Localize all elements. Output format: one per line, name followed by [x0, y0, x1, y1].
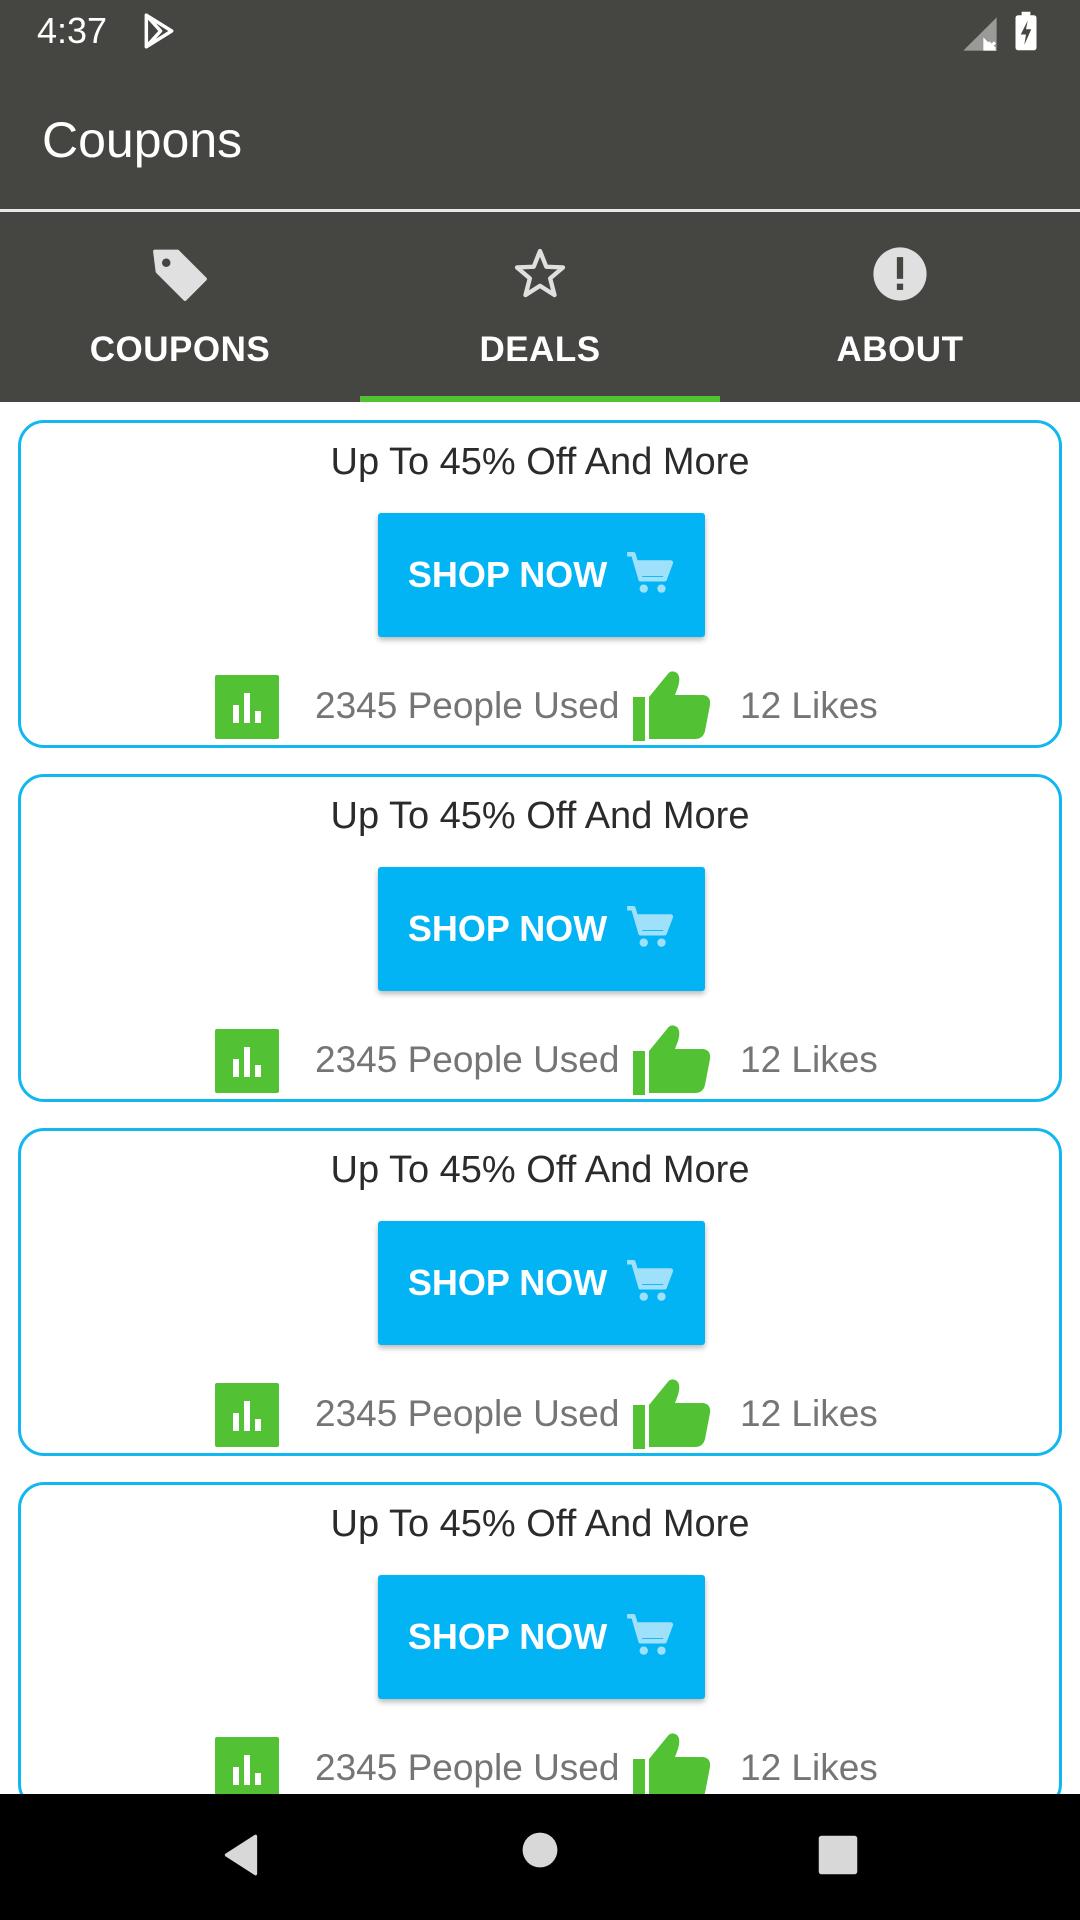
tab-about-label: ABOUT [836, 330, 964, 369]
thumbs-up-icon[interactable] [631, 1021, 713, 1102]
deals-list[interactable]: Up To 45% Off And More SHOP NOW 2345 Peo… [0, 402, 1080, 1794]
tab-coupons-label: COUPONS [89, 330, 271, 369]
deal-stats: 2345 People Used 12 Likes [21, 1375, 1059, 1451]
deal-card: Up To 45% Off And More SHOP NOW 2345 Peo… [18, 1482, 1062, 1794]
status-bar: 4:37 [0, 0, 1080, 63]
battery-charging-icon [1012, 10, 1040, 57]
recent-apps-icon[interactable] [817, 1834, 859, 1881]
cart-icon [625, 548, 675, 603]
likes-count: 12 Likes [740, 685, 878, 726]
likes-count: 12 Likes [740, 1039, 878, 1080]
deal-stats: 2345 People Used 12 Likes [21, 667, 1059, 743]
people-used-count: 2345 People Used [315, 685, 620, 726]
tab-bar: COUPONS DEALS ABOUT [0, 212, 1080, 402]
tag-icon [0, 242, 360, 306]
app-title: Coupons [42, 112, 243, 168]
likes-count: 12 Likes [740, 1393, 878, 1434]
deal-title: Up To 45% Off And More [330, 795, 750, 837]
tab-deals-label: DEALS [479, 330, 601, 369]
people-used-count: 2345 People Used [315, 1747, 620, 1788]
cart-icon [625, 1256, 675, 1311]
back-icon[interactable] [216, 1830, 266, 1885]
bar-chart-icon [215, 1383, 279, 1447]
shop-now-label: SHOP NOW [407, 1616, 608, 1657]
thumbs-up-icon[interactable] [631, 1375, 713, 1456]
tab-about[interactable]: ABOUT [720, 212, 1080, 402]
shop-now-button[interactable]: SHOP NOW [378, 1575, 705, 1699]
shop-now-button[interactable]: SHOP NOW [378, 867, 705, 991]
app-bar: Coupons [0, 63, 1080, 211]
deal-title: Up To 45% Off And More [330, 441, 750, 483]
people-used-count: 2345 People Used [315, 1039, 620, 1080]
shop-now-label: SHOP NOW [407, 908, 608, 949]
tab-coupons[interactable]: COUPONS [0, 212, 360, 402]
deal-card: Up To 45% Off And More SHOP NOW 2345 Peo… [18, 774, 1062, 1102]
thumbs-up-icon[interactable] [631, 1729, 713, 1794]
thumbs-up-icon[interactable] [631, 667, 713, 748]
likes-count: 12 Likes [740, 1747, 878, 1788]
status-time: 4:37 [37, 10, 108, 51]
bar-chart-icon [215, 675, 279, 739]
info-icon [720, 242, 1080, 306]
deal-title: Up To 45% Off And More [330, 1149, 750, 1191]
signal-icon [960, 14, 1000, 59]
shop-now-button[interactable]: SHOP NOW [378, 1221, 705, 1345]
bar-chart-icon [215, 1029, 279, 1093]
cart-icon [625, 902, 675, 957]
navigation-bar [0, 1794, 1080, 1920]
shop-now-label: SHOP NOW [407, 1262, 608, 1303]
deal-card: Up To 45% Off And More SHOP NOW 2345 Peo… [18, 420, 1062, 748]
home-icon[interactable] [521, 1831, 559, 1874]
bar-chart-icon [215, 1737, 279, 1794]
people-used-count: 2345 People Used [315, 1393, 620, 1434]
deal-title: Up To 45% Off And More [330, 1503, 750, 1545]
deal-card: Up To 45% Off And More SHOP NOW 2345 Peo… [18, 1128, 1062, 1456]
shop-now-label: SHOP NOW [407, 554, 608, 595]
play-store-icon [140, 12, 178, 55]
tab-deals[interactable]: DEALS [360, 212, 720, 402]
shop-now-button[interactable]: SHOP NOW [378, 513, 705, 637]
star-icon [360, 242, 720, 306]
deal-stats: 2345 People Used 12 Likes [21, 1729, 1059, 1794]
cart-icon [625, 1610, 675, 1665]
deal-stats: 2345 People Used 12 Likes [21, 1021, 1059, 1097]
